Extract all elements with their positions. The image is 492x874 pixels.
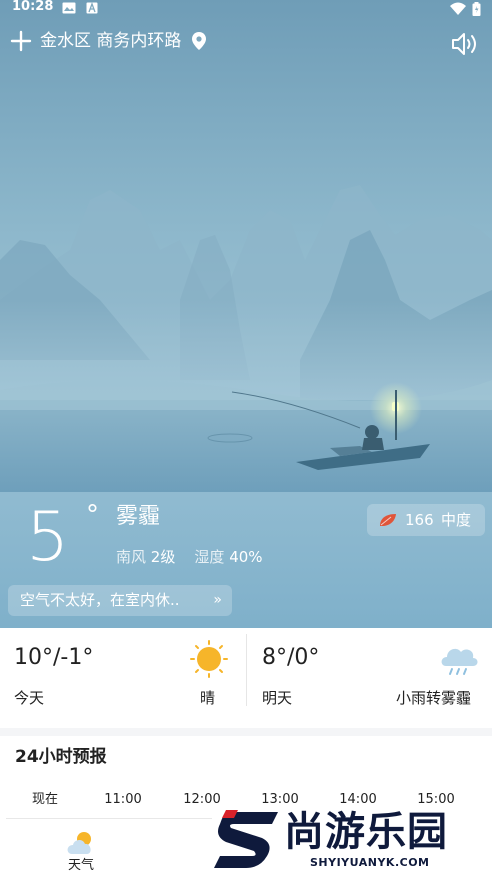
battery-icon — [472, 2, 481, 16]
hour-label: 15:00 — [417, 792, 455, 807]
watermark-chinese-text: 尚游乐园 — [284, 809, 448, 855]
today-label: 今天 — [14, 689, 45, 707]
aqi-level: 中度 — [441, 511, 472, 529]
tomorrow-label: 明天 — [262, 689, 293, 707]
watermark-url-text: SHYIYUANYK.COM — [310, 856, 430, 869]
tomorrow-condition: 小雨转雾霾 — [396, 689, 472, 707]
hour-label: 12:00 — [183, 792, 221, 807]
wind-value: 2级 — [150, 548, 176, 566]
status-time: 10:28 — [12, 0, 54, 14]
hourly-gridline — [6, 818, 212, 819]
air-quality-tip[interactable]: 空气不太好，在室内休.. » — [8, 585, 232, 616]
a-box-icon — [86, 2, 98, 14]
hour-label: 14:00 — [339, 792, 377, 807]
watermark-s-logo — [214, 810, 278, 868]
location-bar: 金水区 商务内环路 — [0, 24, 492, 60]
watermark-logo: 尚游乐园 SHYIYUANYK.COM — [212, 808, 492, 874]
speaker-icon[interactable] — [451, 32, 479, 56]
tip-text: 空气不太好，在室内休.. — [20, 591, 180, 609]
plus-icon[interactable] — [10, 30, 32, 52]
weather-hero: 10:28 金水区 商务内环路 5 ° 雾霾 南风 2级 湿度 40% 166 … — [0, 0, 492, 628]
tomorrow-temp: 8°/0° — [262, 645, 320, 670]
double-chevron-right-icon: » — [213, 592, 222, 608]
forecast-divider — [246, 634, 247, 706]
status-bar: 10:28 — [0, 0, 492, 22]
aqi-badge[interactable]: 166 中度 — [367, 504, 485, 536]
rain-cloud-icon — [441, 648, 478, 675]
current-temperature: 5 — [26, 498, 70, 577]
location-name[interactable]: 金水区 商务内环路 — [40, 30, 181, 52]
image-icon — [62, 2, 76, 14]
leaf-icon — [380, 514, 396, 526]
hourly-row-label: 天气 — [67, 858, 94, 873]
aqi-value: 166 — [405, 511, 434, 529]
hour-label: 13:00 — [261, 792, 299, 807]
degree-symbol: ° — [86, 500, 99, 530]
current-condition: 雾霾 — [116, 504, 161, 529]
humidity-value: 40% — [229, 548, 263, 566]
hour-label: 现在 — [31, 792, 58, 807]
partly-cloudy-icon — [67, 832, 91, 854]
hourly-forecast-title: 24小时预报 — [15, 747, 107, 767]
section-divider — [0, 728, 492, 736]
foggy-landscape-illustration — [0, 185, 492, 492]
sun-icon — [190, 640, 228, 678]
humidity-label: 湿度 — [194, 548, 225, 566]
hour-label: 11:00 — [104, 792, 142, 807]
map-pin-icon[interactable] — [192, 32, 206, 50]
wifi-icon — [450, 2, 466, 15]
wind-humidity-line: 南风 2级 湿度 40% — [116, 546, 263, 568]
today-temp: 10°/-1° — [14, 645, 94, 670]
wind-label: 南风 — [116, 548, 147, 566]
today-condition: 晴 — [200, 689, 216, 707]
